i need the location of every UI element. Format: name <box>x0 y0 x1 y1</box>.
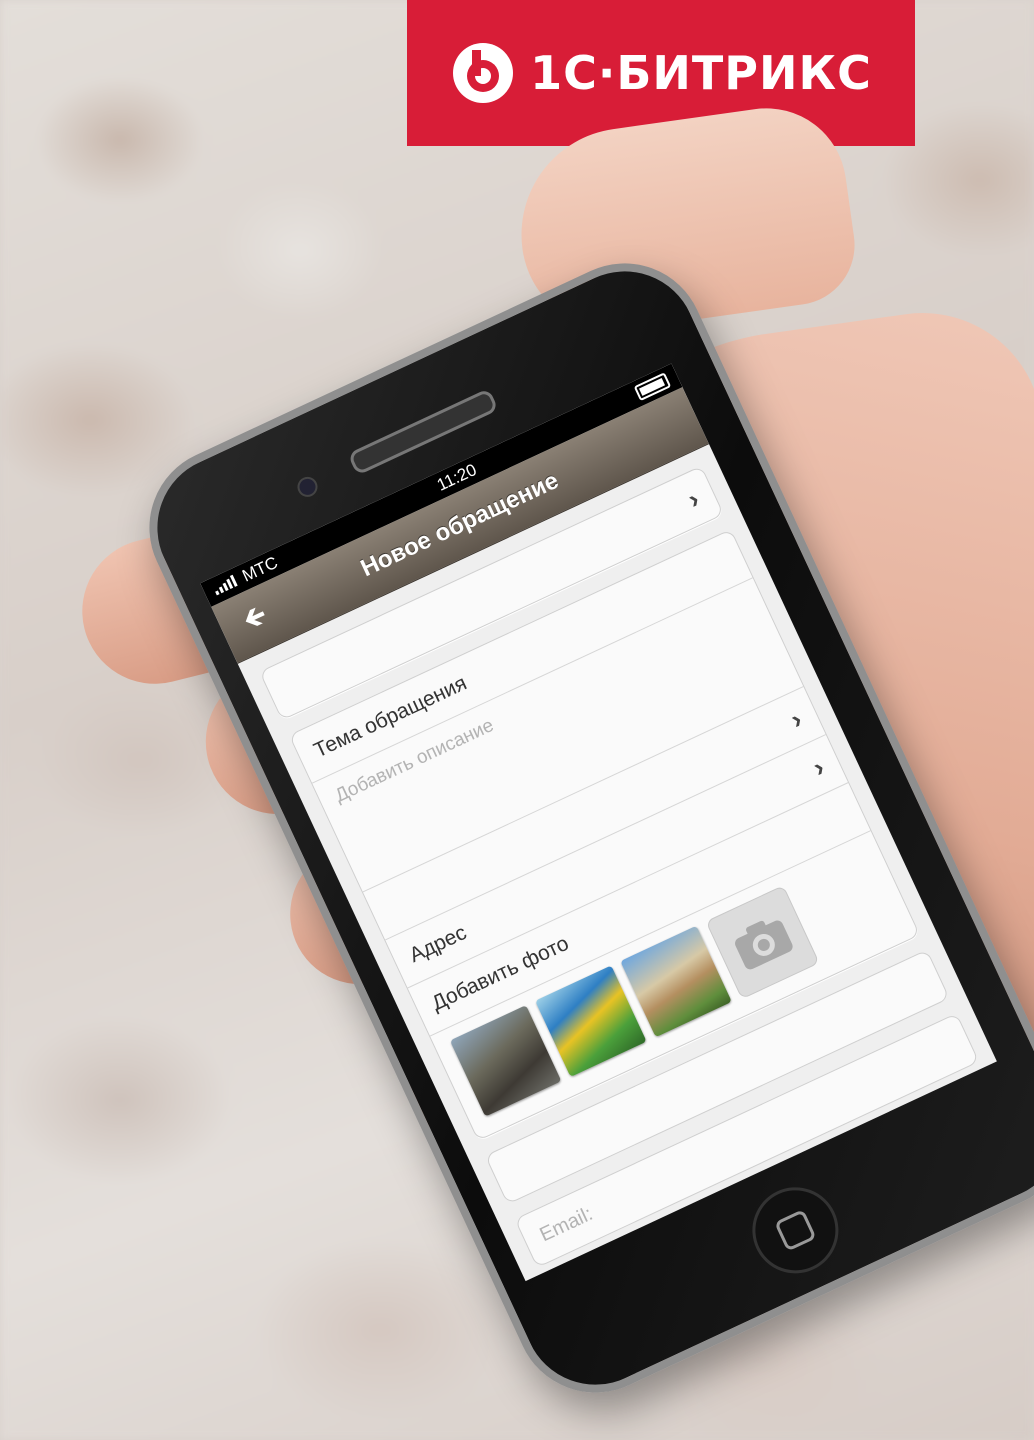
back-arrow-icon: 🡸 <box>237 598 272 636</box>
brand-name: 1С·БИТРИКС <box>530 46 872 100</box>
chevron-right-icon: › <box>808 751 829 783</box>
bitrix-logo-icon <box>453 43 514 103</box>
front-camera-icon <box>294 473 321 501</box>
chevron-right-icon: › <box>785 703 807 735</box>
email-placeholder: Email: <box>536 1202 596 1246</box>
home-square-icon <box>774 1209 817 1252</box>
address-label: Адрес <box>405 920 471 968</box>
camera-icon <box>735 920 793 970</box>
chevron-right-icon: › <box>682 483 704 514</box>
home-button[interactable] <box>738 1173 853 1288</box>
signal-icon <box>212 574 238 596</box>
